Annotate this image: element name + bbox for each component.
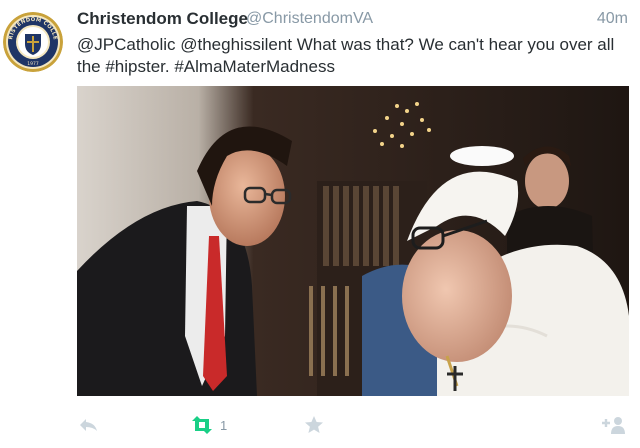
favorite-button[interactable]	[304, 410, 324, 440]
retweet-icon	[192, 416, 212, 434]
profile-avatar[interactable]: CHRISTENDOM COLLEGE 1977	[3, 12, 63, 72]
college-seal-icon: CHRISTENDOM COLLEGE 1977	[3, 12, 63, 72]
follow-button[interactable]	[600, 410, 626, 440]
reply-button[interactable]	[78, 410, 98, 440]
tweet-text: @JPCatholic @theghissilent What was that…	[77, 35, 615, 76]
tweet-photo[interactable]	[77, 86, 629, 396]
screen-name[interactable]: @ChristendomVA	[246, 10, 373, 28]
timestamp[interactable]: 40m	[597, 10, 628, 28]
photo-image	[77, 86, 629, 396]
follow-icon	[602, 417, 625, 434]
star-icon	[305, 416, 323, 433]
retweet-button[interactable]: 1	[190, 410, 227, 440]
tweet-card[interactable]: CHRISTENDOM COLLEGE 1977 Christendom Col…	[0, 0, 640, 448]
retweet-count: 1	[220, 417, 228, 433]
display-name[interactable]: Christendom College	[77, 9, 248, 29]
tweet-actions: 1	[0, 410, 640, 440]
tweet-header: Christendom College @ChristendomVA 40m	[77, 9, 630, 31]
reply-icon	[80, 419, 97, 431]
svg-text:1977: 1977	[27, 61, 39, 67]
